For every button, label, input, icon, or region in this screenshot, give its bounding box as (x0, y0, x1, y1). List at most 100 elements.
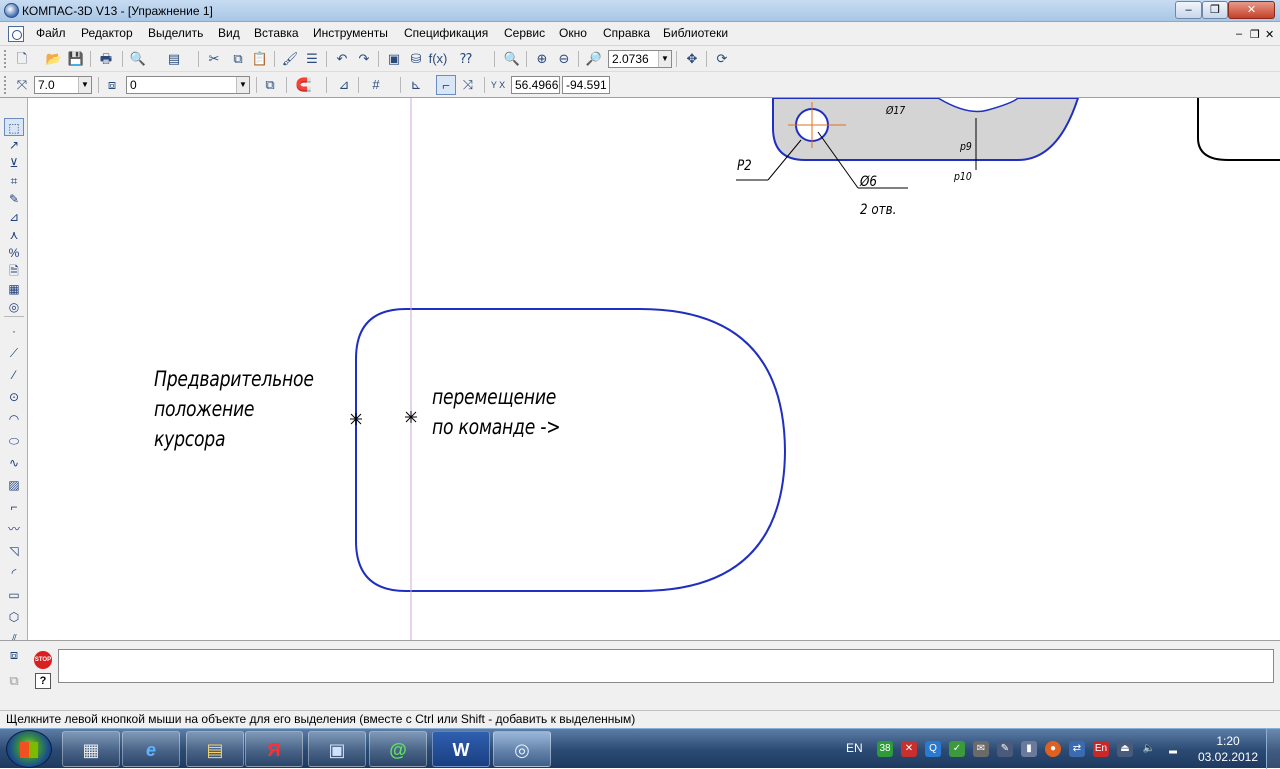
symbols-icon[interactable]: ⊻ (4, 154, 24, 172)
properties-icon[interactable]: ▤ (164, 49, 184, 69)
menu-tools[interactable]: Инструменты (313, 26, 388, 40)
redo-icon[interactable]: ↷ (354, 49, 374, 69)
volume-icon[interactable]: 🔈 (1141, 741, 1157, 757)
open-folder-icon[interactable]: 📂 (44, 49, 64, 69)
close-button[interactable]: ✕ (1228, 1, 1275, 19)
polyline-icon[interactable]: ⌐ (4, 498, 24, 516)
taskbar-kompas[interactable]: ◎ (493, 731, 551, 767)
circle-icon[interactable]: ⊙ (4, 388, 24, 406)
undo-icon[interactable]: ↶ (332, 49, 352, 69)
taskbar-media-center[interactable]: ▣ (308, 731, 366, 767)
menu-help[interactable]: Справка (603, 26, 650, 40)
grid-icon[interactable]: # (366, 75, 386, 95)
pan-icon[interactable]: ✥ (682, 49, 702, 69)
edit-icon[interactable]: ✎ (4, 190, 24, 208)
drawing-canvas[interactable]: P2 Ø6 2 отв. p9 p10 Ø17 Предварительное … (28, 98, 1280, 640)
taskbar-calculator[interactable]: ▦ (62, 731, 120, 767)
panel-tool-icon[interactable]: ⧉ (4, 673, 24, 693)
layer-combo[interactable]: 0 ▼ (126, 76, 250, 94)
toolbar-grip[interactable] (4, 76, 8, 94)
chevron-down-icon[interactable]: ▼ (78, 77, 91, 93)
hatch-icon[interactable]: ▨ (4, 476, 24, 494)
help-button[interactable]: ? (35, 673, 51, 689)
menu-file[interactable]: Файл (36, 26, 66, 40)
manager-icon[interactable]: ▣ (384, 49, 404, 69)
new-document-icon[interactable]: 🗋 (12, 49, 32, 69)
layers-icon[interactable]: ⧈ (102, 75, 122, 95)
zoom-combo[interactable]: 2.0736 ▼ (608, 50, 672, 68)
segment-icon[interactable]: ⁄ (4, 366, 24, 384)
polygon-icon[interactable]: ⬡ (4, 608, 24, 626)
context-help-icon[interactable]: ⁇ (456, 49, 476, 69)
tray-antivirus-icon[interactable]: ✕ (901, 741, 917, 757)
param-icon[interactable]: ⌗ (4, 172, 24, 190)
menu-libraries[interactable]: Библиотеки (663, 26, 728, 40)
minimize-button[interactable]: – (1175, 1, 1202, 19)
cursor-step-combo[interactable]: 7.0 ▼ (34, 76, 92, 94)
tray-device-icon[interactable]: ▮ (1021, 741, 1037, 757)
aux-line-icon[interactable]: ⟋ (4, 344, 24, 362)
associative-icon[interactable]: % (4, 244, 24, 262)
menu-specification[interactable]: Спецификация (404, 26, 488, 40)
tray-q-icon[interactable]: Q (925, 741, 941, 757)
mdi-close-button[interactable]: ✕ (1265, 28, 1274, 41)
cut-icon[interactable]: ✂ (204, 49, 224, 69)
tray-mail-icon[interactable]: ✉ (973, 741, 989, 757)
zoom-window-icon[interactable]: 🔍 (502, 49, 522, 69)
paste-icon[interactable]: 📋 (250, 49, 270, 69)
fillet-icon[interactable]: ◜ (4, 564, 24, 582)
tray-badge-icon[interactable]: 38 (877, 741, 893, 757)
maximize-button[interactable]: ❐ (1202, 1, 1228, 19)
chevron-down-icon[interactable]: ▼ (658, 51, 671, 67)
snap-magnet-icon[interactable]: 🧲 (294, 75, 314, 95)
menu-select[interactable]: Выделить (148, 26, 203, 40)
library-icon[interactable]: ⛁ (406, 49, 426, 69)
ortho-mode-icon[interactable]: ⌐ (436, 75, 456, 95)
clock[interactable]: 1:20 03.02.2012 (1196, 733, 1260, 765)
properties-icon[interactable]: ⧉ (260, 75, 280, 95)
local-cs-icon[interactable]: ⊾ (406, 75, 426, 95)
tray-language-icon[interactable]: En (1093, 741, 1109, 757)
input-language[interactable]: EN (846, 741, 863, 755)
variables-fx-icon[interactable]: f(x) (428, 49, 448, 69)
coordinate-y-field[interactable]: -94.591 (562, 76, 610, 94)
taskbar-explorer[interactable]: ▤ (186, 731, 244, 767)
stop-command-button[interactable]: STOP (34, 651, 52, 669)
document-icon[interactable] (8, 26, 24, 42)
print-icon[interactable]: 🖶 (96, 49, 116, 69)
chevron-down-icon[interactable]: ▼ (236, 77, 249, 93)
snap-settings-icon[interactable]: ⤨ (458, 75, 478, 95)
kompas-app-icon[interactable] (4, 3, 19, 18)
command-property-field[interactable] (58, 649, 1274, 683)
tray-usb-icon[interactable]: ⏏ (1117, 741, 1133, 757)
tray-orange-icon[interactable]: ● (1045, 741, 1061, 757)
step-cursor-icon[interactable]: ⤧ (12, 75, 32, 95)
tray-check-icon[interactable]: ✓ (949, 741, 965, 757)
menu-insert[interactable]: Вставка (254, 26, 299, 40)
show-desktop-button[interactable] (1266, 729, 1280, 769)
measure-icon[interactable]: ⊿ (4, 208, 24, 226)
refresh-view-icon[interactable]: ⟳ (712, 49, 732, 69)
mdi-minimize-button[interactable]: – (1236, 28, 1242, 40)
print-preview-icon[interactable]: 🔍 (128, 49, 148, 69)
network-icon[interactable]: ▂ (1165, 741, 1181, 757)
tray-network-device-icon[interactable]: ⇄ (1069, 741, 1085, 757)
dimensions-icon[interactable]: ↗ (4, 136, 24, 154)
reports-icon[interactable]: ▦ (4, 280, 24, 298)
taskbar-internet-explorer[interactable]: e (122, 731, 180, 767)
mdi-restore-button[interactable]: ❐ (1250, 28, 1260, 41)
zoom-in-icon[interactable]: ⊕ (532, 49, 552, 69)
taskbar-mail-agent[interactable]: @ (369, 731, 427, 767)
copy-icon[interactable]: ⧉ (228, 49, 248, 69)
start-button[interactable] (6, 730, 52, 768)
menu-service[interactable]: Сервис (504, 26, 545, 40)
list-icon[interactable]: ☰ (302, 49, 322, 69)
select-icon[interactable]: ⬚ (4, 118, 24, 136)
ellipse-icon[interactable]: ⬭ (4, 432, 24, 450)
curve-icon[interactable]: 〰 (4, 520, 24, 538)
menu-view[interactable]: Вид (218, 26, 240, 40)
local-snap-icon[interactable]: ⊿ (334, 75, 354, 95)
selection-icon[interactable]: ⋏ (4, 226, 24, 244)
menu-editor[interactable]: Редактор (81, 26, 133, 40)
zoom-scale-icon[interactable]: 🔎 (584, 49, 604, 69)
